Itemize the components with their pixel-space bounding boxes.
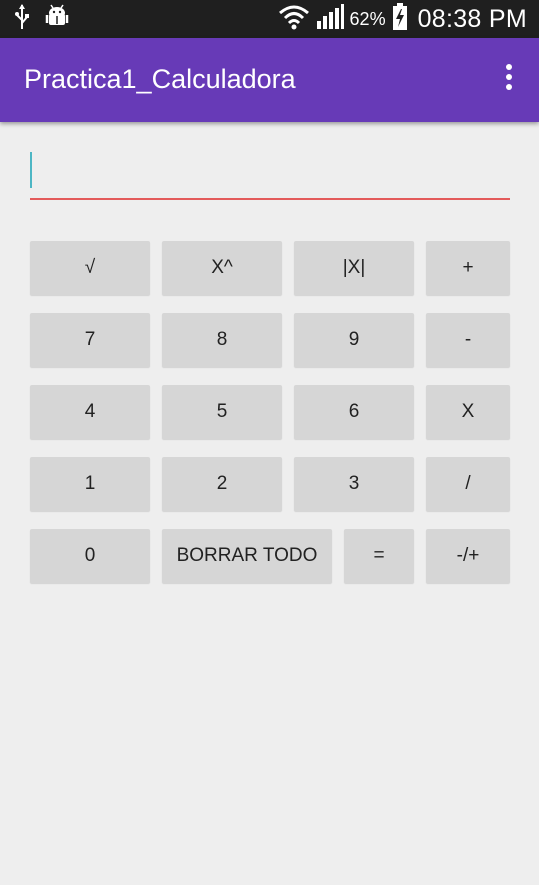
battery-charging-icon: [392, 2, 408, 36]
usb-icon: [14, 3, 30, 35]
battery-percent: 62%: [349, 8, 386, 29]
power-button[interactable]: X^: [162, 241, 282, 295]
digit-9-button[interactable]: 9: [294, 313, 414, 367]
digit-0-button[interactable]: 0: [30, 529, 150, 583]
signal-icon: [316, 3, 344, 35]
digit-4-button[interactable]: 4: [30, 385, 150, 439]
clock: 08:38 PM: [417, 4, 527, 33]
status-bar: 62% 08:38 PM: [0, 0, 539, 38]
digit-2-button[interactable]: 2: [162, 457, 282, 511]
clear-all-button[interactable]: BORRAR TODO: [162, 529, 332, 583]
overflow-menu-icon[interactable]: [501, 64, 517, 96]
digit-5-button[interactable]: 5: [162, 385, 282, 439]
negate-button[interactable]: -/+: [426, 529, 510, 583]
digit-6-button[interactable]: 6: [294, 385, 414, 439]
abs-button[interactable]: |X|: [294, 241, 414, 295]
add-button[interactable]: +: [426, 241, 510, 295]
android-debug-icon: [44, 4, 70, 35]
digit-3-button[interactable]: 3: [294, 457, 414, 511]
number-input[interactable]: [30, 150, 510, 200]
subtract-button[interactable]: -: [426, 313, 510, 367]
app-bar: Practica1_Calculadora: [0, 38, 539, 122]
digit-8-button[interactable]: 8: [162, 313, 282, 367]
status-bar-right: 62% 08:38 PM: [278, 2, 527, 36]
sqrt-button[interactable]: √: [30, 241, 150, 295]
digit-7-button[interactable]: 7: [30, 313, 150, 367]
multiply-button[interactable]: X: [426, 385, 510, 439]
status-bar-left: [14, 3, 70, 35]
digit-1-button[interactable]: 1: [30, 457, 150, 511]
app-title: Practica1_Calculadora: [24, 64, 296, 94]
equals-button[interactable]: =: [344, 529, 414, 583]
text-cursor: [30, 152, 32, 188]
wifi-icon: [278, 4, 310, 35]
divide-button[interactable]: /: [426, 457, 510, 511]
